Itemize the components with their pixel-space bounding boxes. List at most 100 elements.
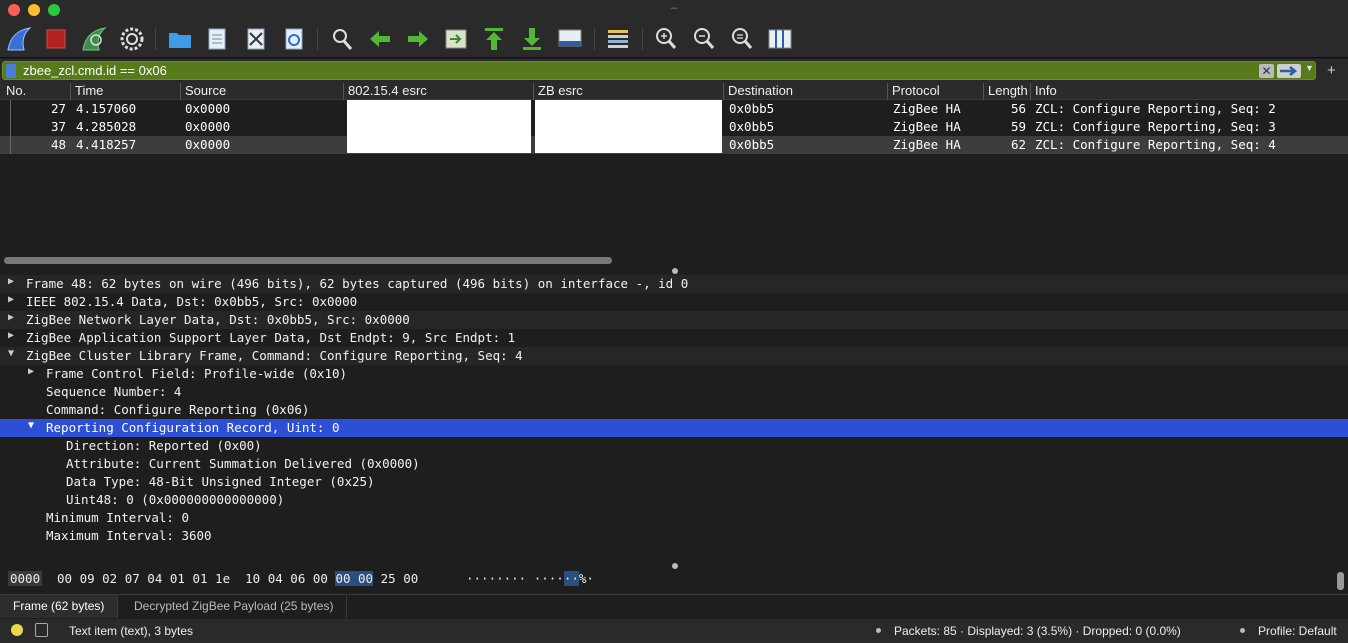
capture-comment-icon[interactable] (35, 623, 48, 637)
column-header-no[interactable]: No. (2, 83, 70, 100)
bytes-tabs: Frame (62 bytes) Decrypted ZigBee Payloa… (0, 594, 1348, 618)
cell-destination: 0x0bb5 (729, 137, 775, 152)
tab-frame[interactable]: Frame (62 bytes) (0, 595, 119, 618)
status-profile[interactable]: Profile: Default (1258, 624, 1337, 638)
close-file-icon[interactable] (242, 25, 270, 53)
expand-arrow-icon[interactable]: ▶ (28, 366, 34, 377)
tree-item-ieee[interactable]: ▶ IEEE 802.15.4 Data, Dst: 0x0bb5, Src: … (0, 293, 1348, 311)
arrow-right-icon[interactable] (404, 25, 432, 53)
collapse-arrow-icon[interactable]: ▼ (8, 348, 14, 359)
display-filter-bar: zbee_zcl.cmd.id == 0x06 ✕ ▼ (0, 59, 1348, 83)
tree-item-frame[interactable]: ▶ Frame 48: 62 bytes on wire (496 bits),… (0, 275, 1348, 293)
colorize-icon[interactable] (604, 25, 632, 53)
cell-destination: 0x0bb5 (729, 101, 775, 116)
tree-item-uint48[interactable]: Uint48: 0 (0x000000000000000) (0, 491, 1348, 509)
zbesrc-column-cells (535, 100, 722, 153)
tree-item-fcf[interactable]: ▶ Frame Control Field: Profile-wide (0x1… (0, 365, 1348, 383)
cell-length: 62 (1010, 137, 1026, 152)
folder-open-icon[interactable] (166, 25, 194, 53)
arrow-down-last-icon[interactable] (518, 25, 546, 53)
filter-text[interactable]: zbee_zcl.cmd.id == 0x06 (23, 63, 167, 78)
cell-source: 0x0000 (185, 137, 231, 152)
go-to-packet-icon[interactable] (442, 25, 470, 53)
add-filter-button[interactable]: + (1327, 62, 1336, 79)
status-bar: Text item (text), 3 bytes Packets: 85 · … (0, 619, 1348, 643)
hex-ascii[interactable]: ········ ······%· (466, 571, 594, 586)
tree-item-zcl[interactable]: ▼ ZigBee Cluster Library Frame, Command:… (0, 347, 1348, 365)
arrow-up-first-icon[interactable] (480, 25, 508, 53)
row-relation-line (10, 100, 11, 154)
column-header-info[interactable]: Info (1030, 83, 1348, 100)
cell-info: ZCL: Configure Reporting, Seq: 3 (1035, 119, 1276, 134)
zoom-in-icon[interactable] (652, 25, 680, 53)
tree-item-max-interval[interactable]: Maximum Interval: 3600 (0, 527, 1348, 545)
cell-destination: 0x0bb5 (729, 119, 775, 134)
filter-history-dropdown-icon[interactable]: ▼ (1305, 63, 1314, 73)
cell-info: ZCL: Configure Reporting, Seq: 4 (1035, 137, 1276, 152)
tree-item-attribute[interactable]: Attribute: Current Summation Delivered (… (0, 455, 1348, 473)
cell-no: 37 (50, 119, 66, 134)
tree-item-direction[interactable]: Direction: Reported (0x00) (0, 437, 1348, 455)
pane-splitter-handle[interactable] (672, 268, 678, 274)
cell-time: 4.418257 (76, 137, 137, 152)
column-header-source[interactable]: Source (180, 83, 343, 100)
tree-item-seq[interactable]: Sequence Number: 4 (0, 383, 1348, 401)
tree-item-cmd[interactable]: Command: Configure Reporting (0x06) (0, 401, 1348, 419)
stop-square-icon[interactable] (42, 25, 70, 53)
packet-details-tree: ▶ Frame 48: 62 bytes on wire (496 bits),… (0, 275, 1348, 560)
tree-item-aps[interactable]: ▶ ZigBee Application Support Layer Data,… (0, 329, 1348, 347)
zoom-reset-icon[interactable] (728, 25, 756, 53)
cell-length: 59 (1010, 119, 1026, 134)
column-header-zbesrc[interactable]: ZB esrc (533, 83, 723, 100)
window-title: – (670, 2, 678, 14)
expert-info-led-icon[interactable] (11, 624, 23, 636)
cell-length: 56 (1010, 101, 1026, 116)
status-packets: Packets: 85 · Displayed: 3 (3.5%) · Drop… (894, 624, 1181, 638)
bookmark-icon[interactable] (6, 64, 16, 78)
search-icon[interactable] (328, 25, 356, 53)
tree-item-datatype[interactable]: Data Type: 48-Bit Unsigned Integer (0x25… (0, 473, 1348, 491)
display-filter-input[interactable]: zbee_zcl.cmd.id == 0x06 ✕ ▼ (2, 61, 1316, 80)
apply-filter-button[interactable] (1277, 64, 1301, 78)
cell-protocol: ZigBee HA (893, 119, 961, 134)
expand-arrow-icon[interactable]: ▶ (8, 294, 14, 305)
column-header-protocol[interactable]: Protocol (887, 83, 983, 100)
tab-decrypted-payload[interactable]: Decrypted ZigBee Payload (25 bytes) (121, 595, 348, 618)
clear-filter-button[interactable]: ✕ (1259, 64, 1274, 78)
resize-columns-icon[interactable] (766, 25, 794, 53)
cell-protocol: ZigBee HA (893, 101, 961, 116)
column-header-destination[interactable]: Destination (723, 83, 887, 100)
shark-fin-restart-icon[interactable] (80, 25, 108, 53)
packet-list-scrollbar[interactable] (4, 257, 612, 264)
shark-fin-start-icon[interactable] (5, 25, 33, 53)
hex-ascii-selected: ·· (563, 571, 579, 586)
expand-arrow-icon[interactable]: ▶ (8, 276, 14, 287)
main-toolbar (0, 20, 1348, 58)
arrow-left-icon[interactable] (366, 25, 394, 53)
tree-item-nwk[interactable]: ▶ ZigBee Network Layer Data, Dst: 0x0bb5… (0, 311, 1348, 329)
column-header-length[interactable]: Length (983, 83, 1030, 100)
expand-arrow-icon[interactable]: ▶ (8, 330, 14, 341)
cell-time: 4.157060 (76, 101, 137, 116)
cell-source: 0x0000 (185, 119, 231, 134)
zoom-out-icon[interactable] (690, 25, 718, 53)
cell-time: 4.285028 (76, 119, 137, 134)
reload-file-icon[interactable] (280, 25, 308, 53)
hex-scrollbar[interactable] (1337, 572, 1344, 590)
cell-info: ZCL: Configure Reporting, Seq: 2 (1035, 101, 1276, 116)
file-icon[interactable] (203, 25, 231, 53)
column-header-time[interactable]: Time (70, 83, 180, 100)
expand-arrow-icon[interactable]: ▶ (8, 312, 14, 323)
pane-splitter-handle[interactable] (672, 563, 678, 569)
gear-icon[interactable] (118, 25, 146, 53)
autoscroll-icon[interactable] (556, 25, 584, 53)
tree-item-record-selected[interactable]: ▼ Reporting Configuration Record, Uint: … (0, 419, 1348, 437)
cell-no: 27 (50, 101, 66, 116)
hex-offset: 0000 (8, 571, 43, 586)
status-item-text: Text item (text), 3 bytes (69, 624, 194, 638)
collapse-arrow-icon[interactable]: ▼ (28, 420, 34, 431)
hex-bytes[interactable]: 00 09 02 07 04 01 01 1e 10 04 06 00 00 0… (57, 571, 418, 586)
tree-item-min-interval[interactable]: Minimum Interval: 0 (0, 509, 1348, 527)
esrc-column-cells (347, 100, 531, 153)
column-header-esrc[interactable]: 802.15.4 esrc (343, 83, 533, 100)
